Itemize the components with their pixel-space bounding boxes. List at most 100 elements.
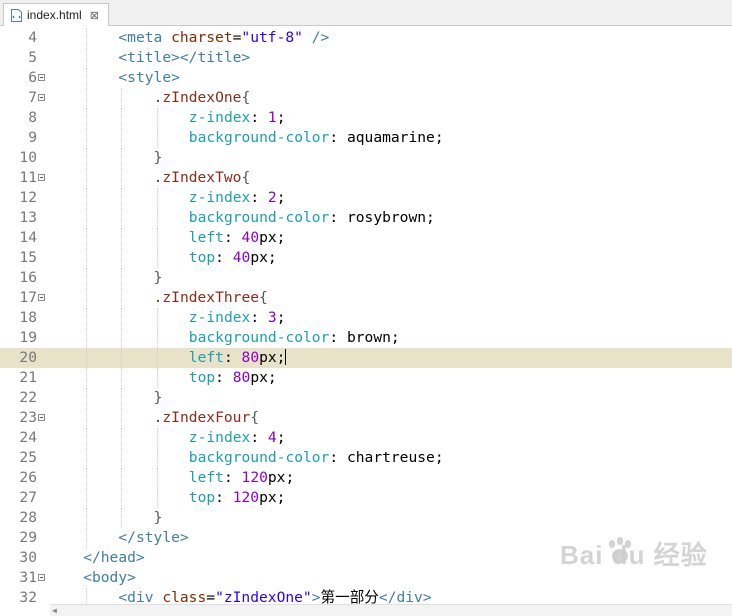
indent-guide: [156, 308, 158, 328]
code-token: 4: [267, 429, 277, 446]
code-line[interactable]: 4 <meta charset="utf-8" />: [0, 28, 732, 48]
indent-guide: [86, 368, 88, 388]
indent-guide: [121, 128, 123, 148]
code-text: </head>: [83, 548, 145, 568]
fold-toggle-icon[interactable]: [38, 414, 45, 421]
code-text: top: 80px;: [189, 368, 277, 388]
fold-toggle-icon[interactable]: [38, 174, 45, 181]
code-text: }: [154, 148, 163, 168]
code-token: z-index: [188, 309, 251, 326]
indent-guide: [86, 468, 88, 488]
indent-guide: [121, 408, 123, 428]
indent-guide: [86, 328, 88, 348]
line-number: 21: [19, 369, 37, 386]
code-line[interactable]: 25 background-color: chartreuse;: [0, 448, 732, 468]
code-line[interactable]: 13 background-color: rosybrown;: [0, 208, 732, 228]
fold-toggle-icon[interactable]: [38, 294, 45, 301]
code-token: :: [250, 429, 268, 446]
indent-guide: [121, 268, 123, 288]
code-token: px;: [259, 349, 286, 366]
line-number: 9: [28, 129, 37, 146]
code-token: "utf-8": [241, 29, 303, 46]
code-token: 1: [267, 109, 277, 126]
indent-guide: [156, 248, 158, 268]
horizontal-scrollbar[interactable]: ◀: [50, 604, 732, 616]
indent-guide: [121, 508, 123, 528]
code-line[interactable]: 22}: [0, 388, 732, 408]
line-number: 18: [19, 309, 37, 326]
indent-guide: [86, 248, 88, 268]
indent-guide: [156, 428, 158, 448]
fold-toggle-icon[interactable]: [38, 94, 45, 101]
code-token: top: [188, 369, 216, 386]
code-token: <meta: [118, 29, 172, 46]
line-number: 17: [19, 289, 37, 306]
code-line[interactable]: 5 <title></title>: [0, 48, 732, 68]
code-token: :: [223, 349, 242, 366]
code-token: px;: [259, 229, 286, 246]
code-text: z-index: 2;: [189, 188, 286, 208]
code-line[interactable]: 20 left: 80px;: [0, 348, 732, 368]
code-text: left: 80px;: [189, 348, 287, 368]
line-number: 5: [28, 49, 37, 66]
code-line[interactable]: 11 .zIndexTwo{: [0, 168, 732, 188]
code-line[interactable]: 9 background-color: aquamarine;: [0, 128, 732, 148]
code-token: .zIndexTwo: [153, 169, 242, 186]
code-token: background-color: [188, 329, 330, 346]
line-number: 27: [19, 489, 37, 506]
code-line[interactable]: 27 top: 120px;: [0, 488, 732, 508]
tab-index-html[interactable]: index.html ⊠: [3, 3, 109, 26]
code-token: px;: [250, 369, 277, 386]
fold-toggle-icon[interactable]: [38, 574, 45, 581]
code-line[interactable]: 17 .zIndexThree{: [0, 288, 732, 308]
code-line[interactable]: 24 z-index: 4;: [0, 428, 732, 448]
code-editor[interactable]: 4 <meta charset="utf-8" /> 5 <title></title…: [0, 26, 732, 615]
code-line[interactable]: 8 z-index: 1;: [0, 108, 732, 128]
close-icon[interactable]: ⊠: [90, 9, 99, 22]
code-token: }: [153, 149, 163, 166]
code-line[interactable]: 21 top: 80px;: [0, 368, 732, 388]
code-line[interactable]: 14 left: 40px;: [0, 228, 732, 248]
code-line[interactable]: 19 background-color: brown;: [0, 328, 732, 348]
editor-tab-bar: index.html ⊠: [0, 0, 732, 26]
code-text: background-color: brown;: [189, 328, 400, 348]
code-token: :: [215, 249, 233, 266]
code-line[interactable]: 26 left: 120px;: [0, 468, 732, 488]
code-token: .zIndexFour: [153, 409, 251, 426]
line-number: 10: [19, 149, 37, 166]
code-line[interactable]: 16}: [0, 268, 732, 288]
indent-guide: [86, 448, 88, 468]
code-token: }: [153, 269, 163, 286]
code-text: left: 40px;: [189, 228, 286, 248]
code-token: left: [188, 229, 224, 246]
fold-toggle-icon[interactable]: [38, 74, 45, 81]
code-token: :: [223, 469, 242, 486]
code-text: <body>: [83, 568, 136, 588]
scroll-left-icon[interactable]: ◀: [52, 606, 57, 615]
code-line[interactable]: 7 .zIndexOne{: [0, 88, 732, 108]
code-token: top: [188, 249, 216, 266]
tab-label: index.html: [27, 8, 82, 22]
line-number: 28: [19, 509, 37, 526]
code-token: 3: [267, 309, 277, 326]
code-token: {: [241, 169, 251, 186]
indent-guide: [86, 128, 88, 148]
indent-guide: [156, 128, 158, 148]
code-line[interactable]: 15 top: 40px;: [0, 248, 732, 268]
code-line[interactable]: 23 .zIndexFour{: [0, 408, 732, 428]
code-line[interactable]: 28}: [0, 508, 732, 528]
indent-guide: [86, 108, 88, 128]
indent-guide: [121, 248, 123, 268]
code-line[interactable]: 12 z-index: 2;: [0, 188, 732, 208]
indent-guide: [121, 368, 123, 388]
code-token: </style>: [118, 529, 189, 546]
code-line[interactable]: 6 <style>: [0, 68, 732, 88]
code-text: .zIndexTwo{: [154, 168, 251, 188]
code-line[interactable]: 10}: [0, 148, 732, 168]
line-number: 19: [19, 329, 37, 346]
code-token: 80: [241, 349, 260, 366]
indent-guide: [86, 508, 88, 528]
code-token: 120: [232, 489, 260, 506]
code-line[interactable]: 18 z-index: 3;: [0, 308, 732, 328]
code-token: .zIndexThree: [153, 289, 260, 306]
